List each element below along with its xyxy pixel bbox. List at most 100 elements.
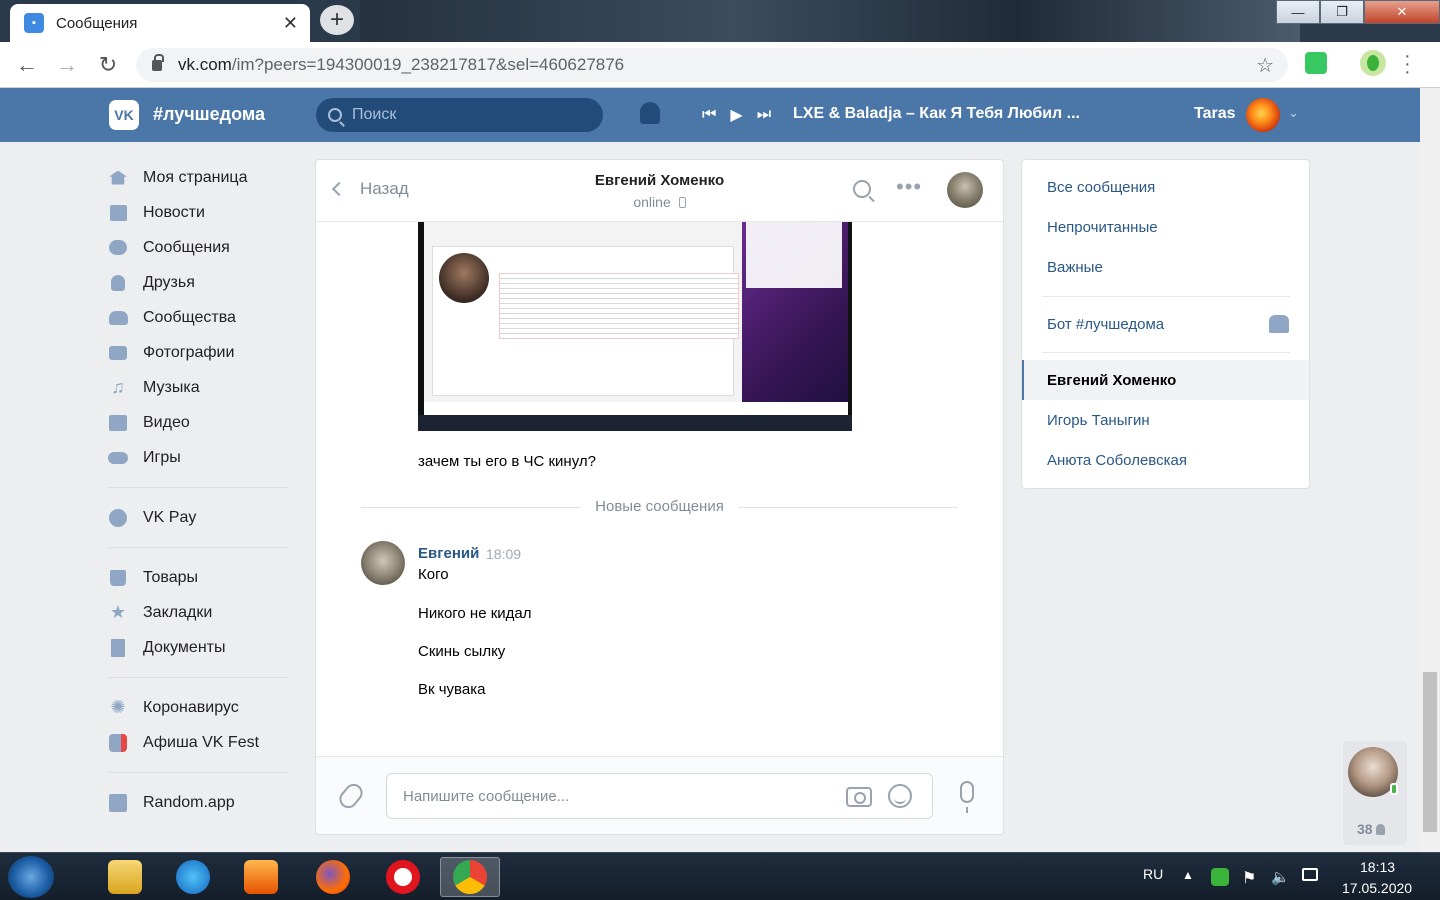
nav-item-photos[interactable]: Фотографии [108, 335, 288, 370]
lock-icon [152, 53, 164, 71]
avatar[interactable] [361, 541, 405, 585]
vkpay-icon [108, 508, 128, 527]
bell-icon[interactable] [640, 102, 660, 124]
chrome-taskbar-button[interactable] [440, 857, 500, 897]
search-icon [328, 108, 342, 122]
play-icon[interactable]: ▶ [730, 105, 742, 125]
message-composer: Напишите сообщение... [316, 756, 1003, 834]
nav-item-groups[interactable]: Сообщества [108, 300, 288, 335]
peer-avatar[interactable] [947, 172, 983, 208]
filter-all-messages[interactable]: Все сообщения [1022, 167, 1309, 207]
reload-icon[interactable]: ↻ [95, 52, 121, 78]
star-icon: ★ [109, 602, 127, 622]
nav-item-music[interactable]: ♫ Музыка [108, 370, 288, 405]
chat-header: Назад Евгений Хоменко online ••• [316, 160, 1003, 222]
vk-header: VK #лучшедома Поиск ⏮ ▶ ⏭ LXE & Baladja … [0, 88, 1420, 142]
document-icon [108, 638, 128, 657]
keyboard-language[interactable]: RU [1143, 866, 1163, 882]
now-playing-track[interactable]: LXE & Baladja – Как Я Тебя Любил ... [793, 105, 1080, 123]
profile-icon[interactable] [1360, 50, 1386, 76]
nav-item-friends[interactable]: Друзья [108, 265, 288, 300]
nav-item-messages[interactable]: Сообщения [108, 230, 288, 265]
site-brand[interactable]: #лучшедома [153, 104, 265, 125]
scrollbar-thumb[interactable] [1423, 672, 1437, 832]
conversation-item[interactable]: Игорь Таныгин [1022, 400, 1309, 440]
extension-icon[interactable] [1305, 52, 1327, 74]
nav-item-goods[interactable]: Товары [108, 560, 288, 595]
online-friends-widget[interactable]: 38 [1343, 741, 1407, 845]
network-icon[interactable] [1302, 868, 1318, 881]
security-icon[interactable] [1211, 868, 1229, 886]
clock-date[interactable]: 17.05.2020 [1342, 880, 1412, 896]
gamepad-icon [108, 449, 128, 467]
opera-icon [386, 860, 420, 894]
search-icon[interactable] [853, 180, 871, 198]
volume-icon[interactable]: 🔈 [1271, 868, 1290, 886]
ie-taskbar-button[interactable] [163, 857, 223, 897]
explorer-taskbar-button[interactable] [95, 857, 155, 897]
emoji-icon[interactable] [888, 784, 912, 808]
filter-important[interactable]: Важные [1022, 247, 1309, 287]
more-icon[interactable]: ••• [896, 174, 922, 200]
nav-item-documents[interactable]: Документы [108, 630, 288, 665]
new-tab-button[interactable]: + [320, 5, 354, 35]
opera-taskbar-button[interactable] [373, 857, 433, 897]
microphone-icon[interactable] [960, 781, 974, 813]
page-scrollbar[interactable] [1420, 88, 1440, 852]
url-field[interactable]: vk.com/im?peers=194300019_238217817&sel=… [136, 48, 1288, 82]
forward-arrow-icon[interactable]: → [54, 52, 80, 78]
nav-item-random-app[interactable]: Random.app [108, 785, 288, 820]
start-button[interactable] [8, 856, 54, 898]
nav-item-vkpay[interactable]: VK Pay [108, 500, 288, 535]
paperclip-icon[interactable] [335, 780, 367, 812]
maximize-button[interactable]: ❐ [1320, 0, 1364, 24]
conversation-bot[interactable]: Бот #лучшедома [1022, 304, 1309, 344]
firefox-icon [316, 860, 350, 894]
conversation-item[interactable]: Евгений Хоменко [1022, 360, 1309, 400]
message-author[interactable]: Евгений [418, 545, 479, 562]
close-tab-icon[interactable]: ✕ [283, 13, 298, 34]
message-text: Кого [418, 566, 449, 583]
conversation-item[interactable]: Анюта Соболевская [1022, 440, 1309, 480]
groups-icon [108, 309, 128, 327]
bot-icon [1269, 315, 1289, 333]
media-taskbar-button[interactable] [231, 857, 291, 897]
bookmark-star-icon[interactable]: ☆ [1256, 53, 1274, 78]
minimize-button[interactable]: — [1276, 0, 1320, 24]
clock-time[interactable]: 18:13 [1360, 859, 1395, 875]
avatar[interactable] [1246, 98, 1280, 132]
url-host: vk.com [178, 55, 232, 74]
online-mobile-icon [1390, 783, 1398, 795]
conversation-filter-panel: Все сообщения Непрочитанные Важные Бот #… [1021, 159, 1310, 489]
nav-item-my-page[interactable]: Моя страница [108, 160, 288, 195]
message-time[interactable]: 18:09 [486, 546, 521, 562]
browser-titlebar: ▪ Сообщения ✕ + — ❐ ✕ [0, 0, 1440, 42]
next-track-icon[interactable]: ⏭ [757, 106, 771, 124]
nav-item-coronavirus[interactable]: ✺ Коронавирус [108, 690, 288, 725]
nav-item-vkfest[interactable]: Афиша VK Fest [108, 725, 288, 760]
previous-track-icon[interactable]: ⏮ [702, 106, 716, 124]
nav-item-bookmarks[interactable]: ★ Закладки [108, 595, 288, 630]
flag-icon[interactable]: ⚑ [1242, 868, 1260, 887]
nav-divider [108, 677, 288, 678]
browser-tab[interactable]: ▪ Сообщения ✕ [10, 4, 310, 42]
close-window-button[interactable]: ✕ [1364, 0, 1440, 24]
search-input[interactable]: Поиск [316, 98, 603, 132]
camera-icon[interactable] [846, 787, 872, 807]
firefox-taskbar-button[interactable] [303, 857, 363, 897]
nav-item-games[interactable]: Игры [108, 440, 288, 475]
online-count: 38 [1357, 821, 1386, 837]
chrome-icon [453, 860, 487, 894]
desktop-wallpaper-strip [360, 0, 1300, 42]
attached-screenshot-image[interactable] [418, 222, 852, 431]
back-arrow-icon[interactable]: ← [14, 52, 40, 78]
chevron-up-icon[interactable]: ▲ [1182, 868, 1200, 886]
nav-item-video[interactable]: Видео [108, 405, 288, 440]
vk-logo-icon[interactable]: VK [109, 100, 139, 130]
nav-item-news[interactable]: Новости [108, 195, 288, 230]
window-controls: — ❐ ✕ [1276, 0, 1440, 24]
chevron-down-icon[interactable]: ⌄ [1288, 105, 1299, 121]
filter-unread[interactable]: Непрочитанные [1022, 207, 1309, 247]
user-name[interactable]: Taras [1194, 105, 1236, 123]
browser-menu-icon[interactable]: · · · [1404, 46, 1411, 82]
